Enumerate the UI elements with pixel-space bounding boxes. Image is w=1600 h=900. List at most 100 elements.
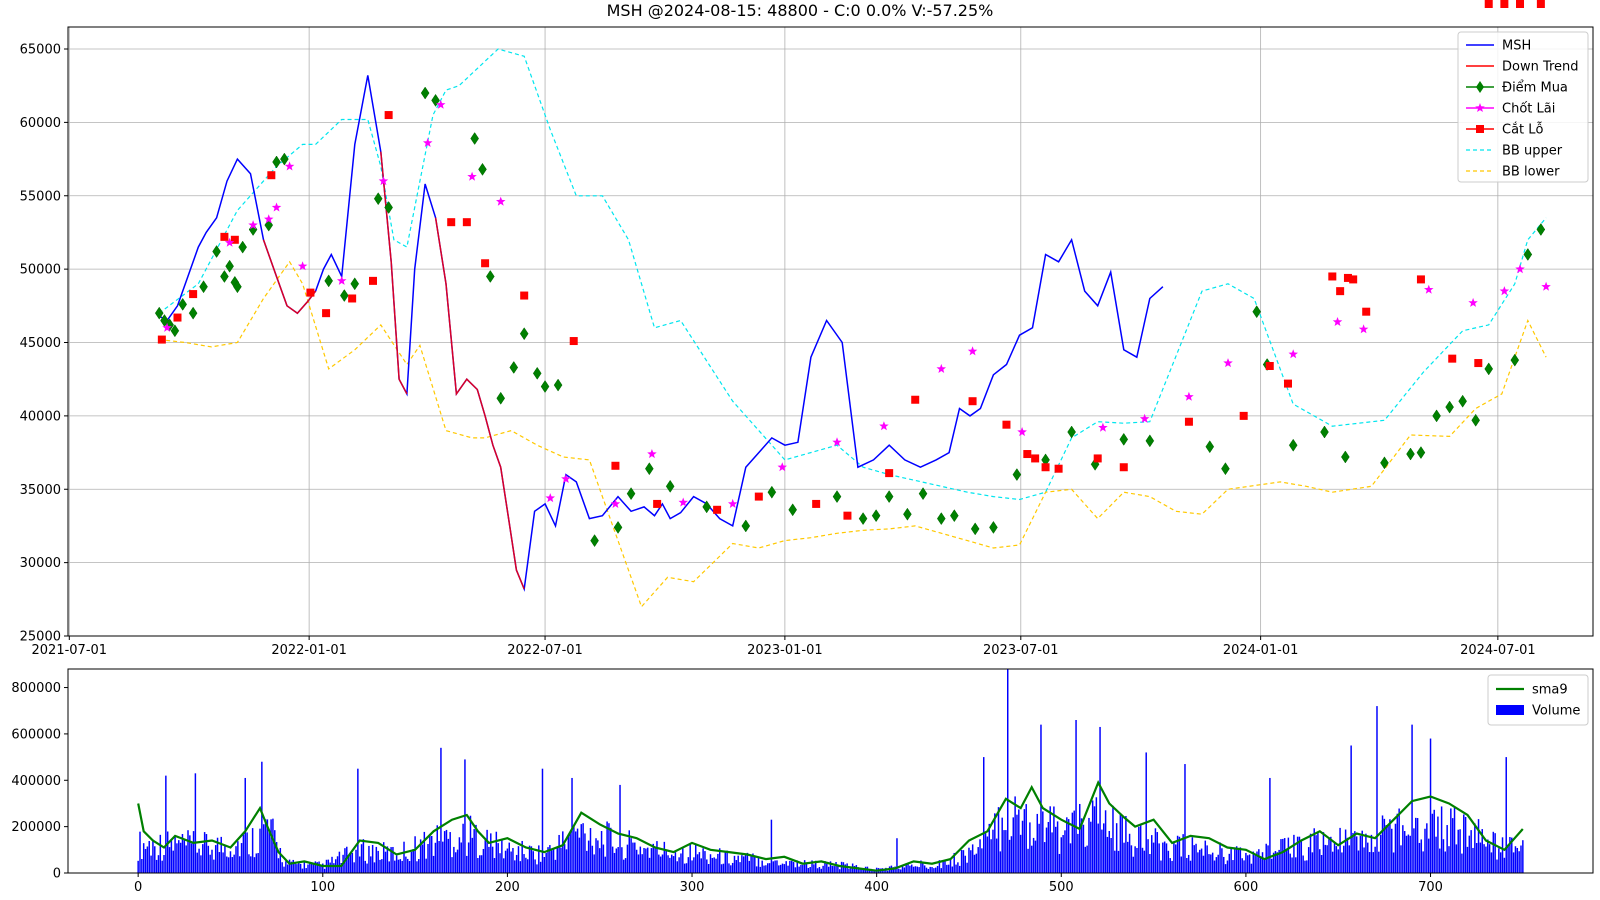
volume-bar <box>1193 845 1195 873</box>
volume-bar <box>1494 833 1496 873</box>
volume-bar <box>1355 836 1358 873</box>
volume-bar <box>983 757 985 873</box>
volume-bar <box>766 863 769 873</box>
volume-bar <box>1516 847 1519 873</box>
volume-bar <box>1424 828 1426 873</box>
volume-bar <box>281 862 283 873</box>
volume-bar <box>318 861 320 873</box>
volume-bar <box>1149 853 1151 873</box>
buy-marker <box>420 86 430 100</box>
volume-bar <box>1398 808 1400 873</box>
y-tick-label: 400000 <box>11 774 61 789</box>
volume-bar <box>1069 843 1072 873</box>
take-profit-marker <box>1017 427 1027 437</box>
volume-bar <box>1232 860 1234 873</box>
take-profit-marker <box>647 449 657 459</box>
volume-bar <box>1154 828 1157 873</box>
volume-bar <box>1165 843 1168 873</box>
volume-bar <box>1239 847 1242 873</box>
volume-bar <box>1499 852 1502 873</box>
volume-bar <box>798 866 800 873</box>
stop-loss-marker <box>1284 379 1292 388</box>
volume-bar <box>1040 724 1042 873</box>
volume-bar <box>589 828 592 873</box>
stop-loss-marker <box>1239 411 1248 420</box>
volume-bar <box>772 861 775 873</box>
volume-bar <box>1496 859 1498 873</box>
volume-bar <box>251 828 254 873</box>
volume-bar <box>248 854 250 873</box>
legend-swatch <box>1476 125 1484 133</box>
volume-bar <box>678 857 680 873</box>
volume-bar <box>220 836 222 873</box>
volume-bar <box>1023 809 1026 873</box>
volume-bar <box>820 868 823 873</box>
volume-bar <box>283 866 285 873</box>
y-tick-label: 35000 <box>20 483 61 498</box>
volume-bar <box>1088 817 1090 873</box>
volume-bar <box>227 857 230 873</box>
volume-bar <box>652 843 654 873</box>
volume-bar <box>693 857 695 873</box>
volume-bar <box>1062 835 1064 873</box>
volume-bar <box>244 777 246 873</box>
volume-bar <box>981 848 983 873</box>
volume-bar <box>550 850 553 873</box>
buy-marker <box>478 162 487 176</box>
x-tick-label: 600 <box>1233 880 1258 895</box>
volume-bar <box>323 868 326 873</box>
volume-bar <box>962 850 965 873</box>
volume-bar <box>1431 813 1434 873</box>
volume-bar <box>1007 669 1009 873</box>
volume-bar <box>512 847 514 873</box>
stop-loss-marker <box>220 232 229 241</box>
x-tick-label: 0 <box>134 880 142 895</box>
volume-bar <box>1130 845 1133 873</box>
volume-bar <box>1071 812 1074 873</box>
volume-bar <box>1191 837 1194 873</box>
volume-bar <box>200 855 202 873</box>
volume-bar <box>560 847 562 873</box>
volume-bar <box>1485 846 1487 873</box>
volume-bar <box>294 862 296 873</box>
volume-bar <box>379 859 381 873</box>
volume-bar <box>469 815 472 873</box>
take-profit-marker <box>284 161 295 171</box>
volume-bar <box>848 868 850 873</box>
volume-bar <box>429 834 431 873</box>
volume-bar <box>790 860 793 873</box>
volume-bar <box>401 860 403 873</box>
volume-bar <box>471 837 474 873</box>
volume-bar <box>1173 841 1175 873</box>
y-tick-label: 50000 <box>20 263 61 278</box>
stop-loss-marker <box>322 309 331 318</box>
volume-bar <box>1128 833 1131 873</box>
volume-bar <box>630 838 632 873</box>
volume-bar <box>933 868 935 873</box>
volume-bar <box>656 841 658 873</box>
volume-bar <box>571 777 573 873</box>
volume-bar <box>205 834 208 873</box>
volume-bar <box>218 852 221 873</box>
volume-bar <box>274 830 276 873</box>
volume-bar <box>1038 823 1040 873</box>
volume-bar <box>1446 825 1448 873</box>
buy-marker <box>340 289 349 302</box>
volume-bar <box>563 844 566 873</box>
volume-bar <box>1433 809 1435 873</box>
buy-marker <box>970 522 980 536</box>
take-profit-marker <box>1184 391 1194 401</box>
volume-bar <box>909 865 911 873</box>
take-profit-marker <box>1332 317 1343 326</box>
buy-marker <box>225 259 234 273</box>
stop-loss-marker <box>885 469 894 478</box>
volume-bar <box>923 865 926 873</box>
legend-label: MSH <box>1502 39 1531 54</box>
volume-bar <box>1439 848 1441 873</box>
volume-bar <box>1463 814 1465 873</box>
volume-bar <box>643 848 645 873</box>
volume-bar <box>992 829 994 873</box>
volume-bar <box>661 854 664 873</box>
volume-bar <box>713 857 715 873</box>
buy-marker <box>373 192 383 206</box>
